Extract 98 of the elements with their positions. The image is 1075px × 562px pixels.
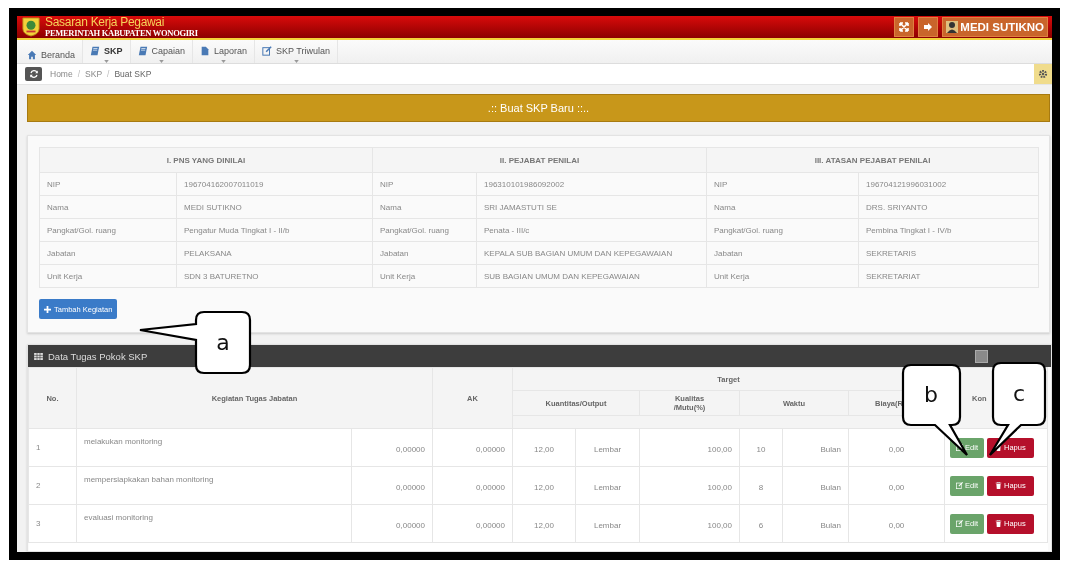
table-cell: 0,00000 — [351, 428, 433, 467]
home-icon — [27, 49, 37, 60]
trash-icon — [995, 482, 1002, 489]
section-header: III. ATASAN PEJABAT PENILAI — [706, 147, 1039, 173]
table-cell: 2 — [28, 466, 77, 505]
breadcrumb-separator: / — [77, 69, 81, 79]
book-icon — [137, 46, 148, 56]
table-cell: 100,00 — [639, 466, 740, 505]
field-label: NIP — [39, 172, 177, 196]
breadcrumb-link[interactable]: Home — [50, 69, 73, 79]
table-cell: 100,00 — [639, 504, 740, 543]
nav-tab[interactable]: SKP Triwulan — [255, 40, 338, 63]
table-cell: mempersiapkakan bahan monitoring — [76, 466, 352, 505]
table-cell: melakukan monitoring — [76, 428, 352, 467]
trash-icon — [995, 520, 1002, 527]
table-cell: 0,00000 — [351, 504, 433, 543]
table-icon — [34, 352, 43, 360]
table-cell: Bulan — [782, 504, 849, 543]
avatar-icon — [946, 21, 959, 33]
field-label: Unit Kerja — [39, 264, 177, 288]
breadcrumb-link[interactable]: SKP — [85, 69, 103, 79]
section-header: II. PEJABAT PENILAI — [372, 147, 707, 173]
refresh-button[interactable] — [25, 67, 42, 81]
table-cell: Lembar — [575, 504, 640, 543]
edit-icon — [956, 520, 964, 527]
table-cell: 12,00 — [512, 504, 576, 543]
field-value: Pengatur Muda Tingkat I - II/b — [176, 218, 373, 242]
app-title: Sasaran Kerja Pegawai — [45, 16, 166, 29]
section-header: I. PNS YANG DINILAI — [39, 147, 373, 173]
page-banner: .:: Buat SKP Baru ::.. — [27, 94, 1050, 122]
table-cell: evaluasi monitoring — [76, 504, 352, 543]
field-value: SRI JAMASTUTI SE — [476, 195, 707, 219]
field-label: Unit Kerja — [372, 264, 477, 288]
field-value: DRS. SRIYANTO — [858, 195, 1039, 219]
table-cell: Bulan — [782, 428, 849, 467]
field-label: Nama — [706, 195, 859, 219]
field-value: MEDI SUTIKNO — [176, 195, 373, 219]
user-button[interactable]: MEDI SUTIKNO — [942, 17, 1048, 37]
table-cell: 6 — [739, 504, 783, 543]
field-value: 196704162007011019 — [176, 172, 373, 196]
table-cell: 8 — [739, 466, 783, 505]
table-cell: 0,00000 — [432, 466, 513, 505]
field-value: SDN 3 BATURETNO — [176, 264, 373, 288]
breadcrumb-separator: / — [107, 69, 110, 79]
field-label: NIP — [372, 172, 477, 196]
field-value: Penata - III/c — [476, 218, 707, 242]
table-cell: 0,00000 — [351, 466, 433, 505]
field-value: 196704121996031002 — [858, 172, 1039, 196]
panel-button[interactable] — [975, 349, 988, 363]
fullscreen-icon — [899, 22, 910, 32]
nav-tab[interactable]: Capaian — [130, 40, 194, 63]
table-cell: Lembar — [575, 428, 640, 467]
field-label: Nama — [39, 195, 177, 219]
plus-icon — [44, 305, 51, 313]
book-icon — [90, 46, 101, 56]
field-value: 196310101986092002 — [476, 172, 707, 196]
table-cell: 10 — [739, 428, 783, 467]
nav-tab[interactable]: SKP — [83, 40, 131, 63]
field-value: PELAKSANA — [176, 241, 373, 265]
table-cell: Bulan — [782, 466, 849, 505]
table-cell: 0,00 — [848, 504, 945, 543]
field-value: SUB BAGIAN UMUM DAN KEPEGAWAIAN — [476, 264, 707, 288]
field-label: NIP — [706, 172, 859, 196]
field-label: Unit Kerja — [706, 264, 859, 288]
field-label: Pangkat/Gol. ruang — [706, 218, 859, 242]
field-label: Jabatan — [706, 241, 859, 265]
panel-title: Data Tugas Pokok SKP — [48, 350, 148, 362]
field-label: Jabatan — [372, 241, 477, 265]
field-label: Pangkat/Gol. ruang — [372, 218, 477, 242]
edit-icon — [262, 46, 273, 56]
file-icon — [200, 46, 211, 56]
field-value: SEKRETARIAT — [858, 264, 1039, 288]
field-value: Pembina Tingkat I - IV/b — [858, 218, 1039, 242]
settings-button[interactable] — [1034, 64, 1052, 84]
fullscreen-button[interactable] — [894, 17, 915, 37]
breadcrumb-current: Buat SKP — [114, 69, 152, 79]
table-cell: 0,00000 — [432, 428, 513, 467]
table-cell: 0,00000 — [432, 504, 513, 543]
field-value: SEKRETARIS — [858, 241, 1039, 265]
table-cell: 0,00 — [848, 466, 945, 505]
app-subtitle: PEMERINTAH KABUPATEN WONOGIRI — [45, 28, 198, 38]
edit-icon — [956, 482, 964, 489]
logout-button[interactable] — [918, 17, 939, 37]
refresh-icon — [28, 69, 39, 79]
table-cell: 12,00 — [512, 466, 576, 505]
table-cell: 12,00 — [512, 428, 576, 467]
table-cell: 100,00 — [639, 428, 740, 467]
nav-tab[interactable]: Laporan — [193, 40, 256, 63]
field-label: Pangkat/Gol. ruang — [39, 218, 177, 242]
field-label: Jabatan — [39, 241, 177, 265]
table-cell: Lembar — [575, 466, 640, 505]
gear-icon — [1038, 69, 1048, 79]
table-cell: 3 — [28, 504, 77, 543]
field-value: KEPALA SUB BAGIAN UMUM DAN KEPEGAWAIAN — [476, 241, 707, 265]
table-cell: 1 — [28, 428, 77, 467]
field-label: Nama — [372, 195, 477, 219]
logout-icon — [923, 22, 934, 32]
table-cell: 0,00 — [848, 428, 945, 467]
